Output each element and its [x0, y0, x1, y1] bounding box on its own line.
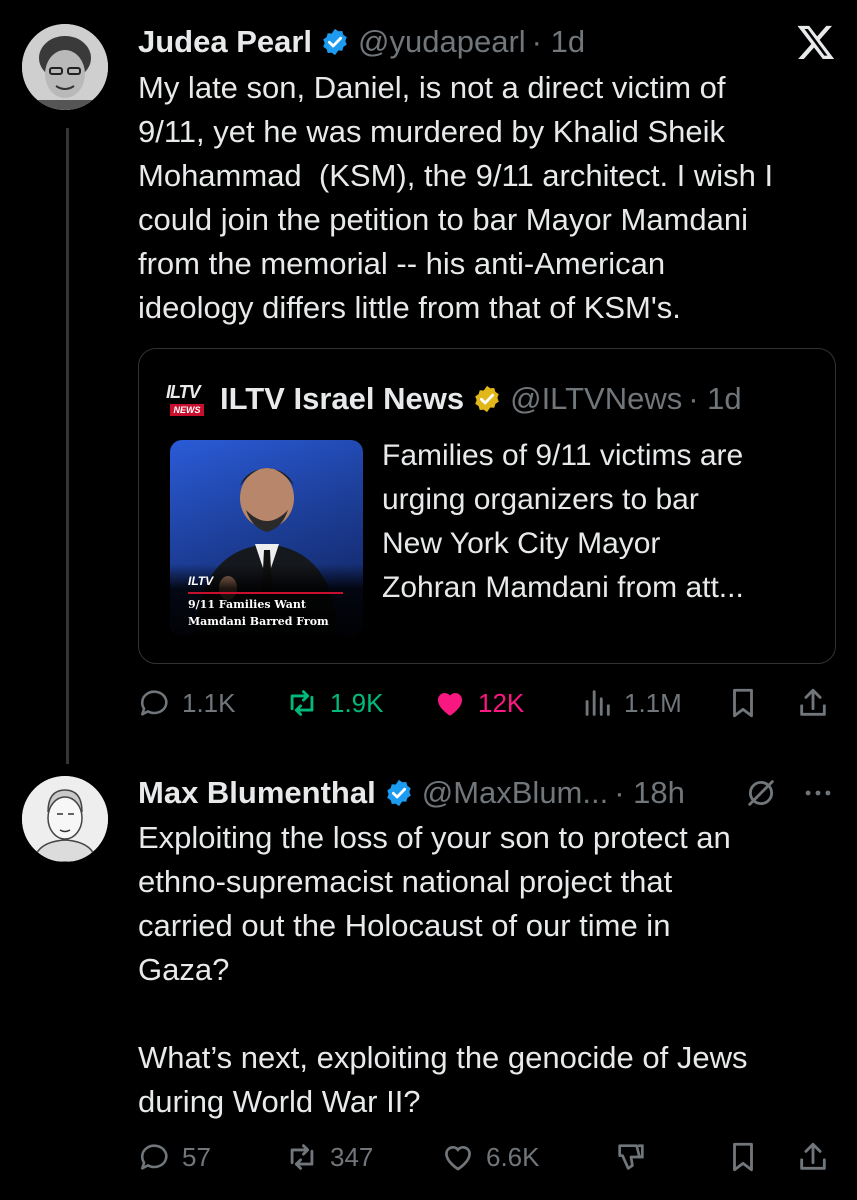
- quoted-tweet-time: · 1d: [688, 381, 742, 416]
- iltv-logo[interactable]: ILTV NEWS: [166, 380, 210, 420]
- thumbnail-red-rule: [188, 592, 343, 594]
- views-count: 1.1M: [624, 687, 682, 718]
- quoted-tweet-line: urging organizers to bar: [382, 483, 699, 516]
- grok-icon[interactable]: [744, 776, 778, 810]
- avatar-max-blumenthal[interactable]: [22, 776, 108, 862]
- x-logo-icon[interactable]: [796, 22, 836, 62]
- quoted-tweet-line: Families of 9/11 victims are: [382, 439, 744, 472]
- reply-button[interactable]: 1.1K: [138, 686, 236, 720]
- quoted-tweet-header: ILTV Israel News @ILTVNews · 1d: [220, 380, 742, 418]
- like-button[interactable]: 6.6K: [440, 1140, 540, 1174]
- quoted-tweet-thumbnail[interactable]: ILTV 9/11 Families Want Mamdani Barred F…: [170, 440, 363, 635]
- heart-filled-icon: [437, 693, 463, 716]
- reply-count: 57: [182, 1141, 211, 1172]
- iltv-logo-text: ILTV: [166, 382, 201, 402]
- verified-gold-badge-icon: [475, 385, 499, 413]
- like-count: 12K: [478, 687, 525, 718]
- bookmark-icon: [733, 1142, 753, 1172]
- tweet-time[interactable]: · 1d: [532, 24, 585, 60]
- tweet-line: during World War II?: [138, 1084, 421, 1119]
- views-chart-icon: [585, 690, 610, 716]
- repost-button[interactable]: 1.9K: [284, 686, 384, 720]
- tweet-line: could join the petition to bar Mayor Mam…: [138, 202, 748, 237]
- quoted-tweet-line: Zohran Mamdani from att...: [382, 571, 744, 604]
- more-options-icon[interactable]: [800, 776, 836, 810]
- repost-icon: [290, 1144, 314, 1170]
- quoted-author-handle[interactable]: @ILTVNews: [510, 381, 682, 417]
- tweet-header: Judea Pearl @yudapearl · 1d: [138, 24, 585, 60]
- repost-count: 1.9K: [330, 687, 384, 718]
- share-button[interactable]: [796, 1140, 840, 1174]
- author-name[interactable]: Judea Pearl: [138, 24, 312, 60]
- heart-outline-icon: [445, 1145, 471, 1171]
- bookmark-icon: [733, 688, 753, 718]
- iltv-logo-sub: NEWS: [170, 404, 204, 416]
- avatar-judea-pearl[interactable]: [22, 24, 108, 110]
- thumbnail-brand: ILTV: [188, 574, 214, 588]
- tweet-line: Mohammad (KSM), the 9/11 architect. I wi…: [138, 158, 774, 193]
- author-handle[interactable]: @MaxBlum...: [422, 775, 609, 811]
- reply-count: 1.1K: [182, 687, 236, 718]
- share-button[interactable]: [796, 686, 840, 720]
- thumbnail-caption-line: 9/11 Families Want: [188, 598, 306, 611]
- thumbs-down-icon: [618, 1144, 644, 1170]
- like-button[interactable]: 12K: [432, 686, 524, 720]
- reply-icon: [140, 690, 168, 716]
- bookmark-button[interactable]: [726, 1140, 770, 1174]
- repost-button[interactable]: 347: [284, 1140, 373, 1174]
- tweet-line: from the memorial -- his anti-American: [138, 246, 666, 281]
- downvote-button[interactable]: [614, 1140, 658, 1174]
- reply-button[interactable]: 57: [138, 1140, 211, 1174]
- thread-connector-line: [66, 128, 69, 764]
- tweet-time[interactable]: · 18h: [614, 775, 685, 811]
- tweet-line: ideology differs little from that of KSM…: [138, 290, 681, 325]
- reply-icon: [140, 1144, 168, 1170]
- verified-badge-icon: [386, 779, 411, 807]
- author-name[interactable]: Max Blumenthal: [138, 775, 376, 811]
- verified-badge-icon: [323, 28, 347, 56]
- tweet-line: My late son, Daniel, is not a direct vic…: [138, 70, 726, 105]
- tweet-line: What’s next, exploiting the genocide of …: [138, 1040, 748, 1075]
- author-handle[interactable]: @yudapearl: [358, 24, 526, 60]
- repost-count: 347: [330, 1141, 374, 1172]
- tweet-line: 9/11, yet he was murdered by Khalid Shei…: [138, 114, 726, 149]
- like-count: 6.6K: [486, 1141, 540, 1172]
- tweet-line: Exploiting the loss of your son to prote…: [138, 820, 731, 855]
- quoted-author-name[interactable]: ILTV Israel News: [220, 381, 464, 417]
- tweet-header: Max Blumenthal @MaxBlum... · 18h: [138, 774, 685, 812]
- bookmark-button[interactable]: [726, 686, 770, 720]
- share-icon: [800, 1142, 826, 1170]
- repost-icon: [290, 690, 314, 716]
- quoted-tweet-line: New York City Mayor: [382, 527, 661, 560]
- views-button[interactable]: 1.1M: [580, 686, 682, 720]
- tweet-line: ethno-supremacist national project that: [138, 864, 673, 899]
- tweet-line: carried out the Holocaust of our time in: [138, 908, 671, 943]
- share-icon: [800, 688, 826, 716]
- thumbnail-caption-line: Mamdani Barred From: [188, 615, 329, 628]
- tweet-line: Gaza?: [138, 952, 230, 987]
